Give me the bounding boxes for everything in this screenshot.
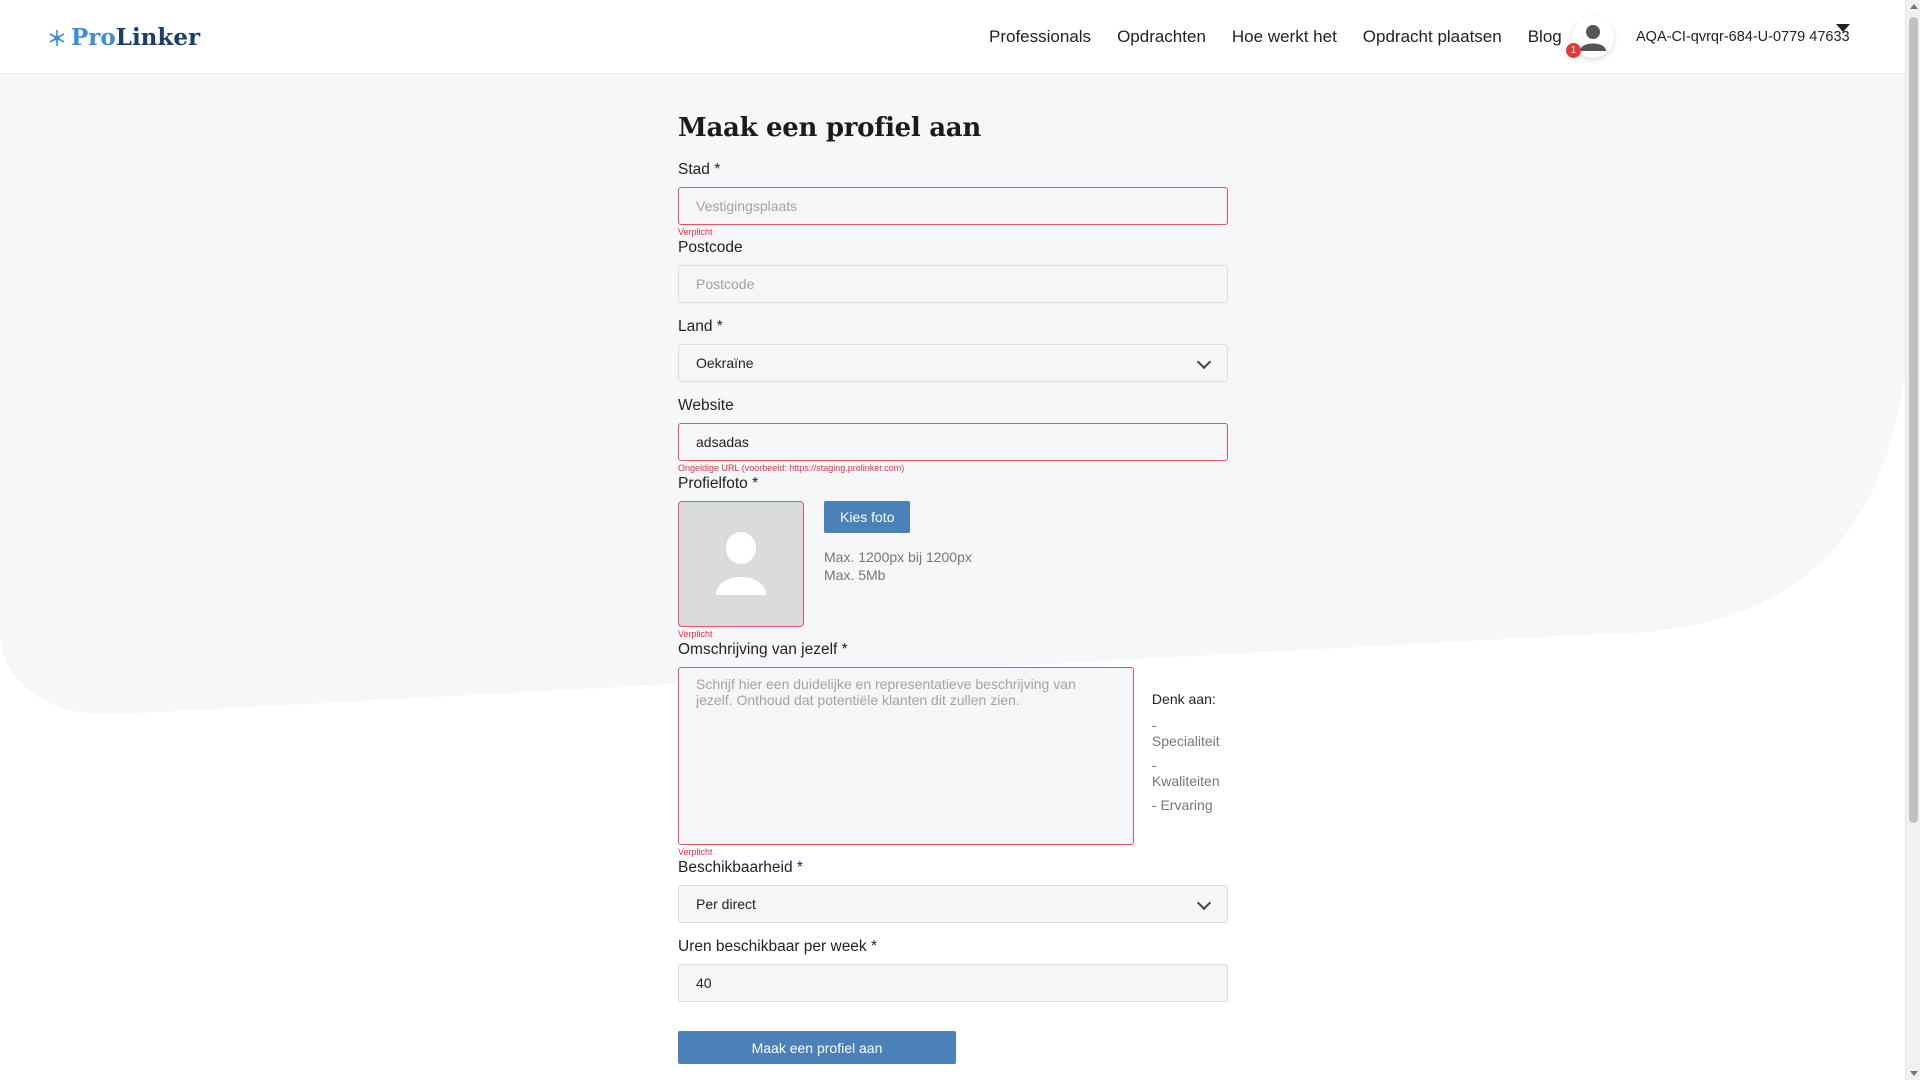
- choose-photo-button[interactable]: Kies foto: [824, 501, 911, 533]
- description-textarea[interactable]: [696, 676, 1116, 836]
- logo-text-linker: Linker: [115, 24, 201, 51]
- user-menu[interactable]: 1 AQA-CI-qvrqr-684-U-0779 47633: [1566, 16, 1850, 58]
- hint-item: - Kwaliteiten: [1151, 757, 1220, 789]
- chevron-down-icon: [1196, 354, 1212, 370]
- description-error: Verplicht: [678, 847, 713, 857]
- profile-photo-placeholder[interactable]: [678, 501, 804, 627]
- country-value: Oekraïne: [696, 355, 754, 371]
- website-input[interactable]: [696, 434, 1210, 450]
- nav-professionals[interactable]: Professionals: [989, 27, 1091, 47]
- postcode-field[interactable]: [678, 265, 1228, 303]
- website-error: Ongeldige URL (voorbeeld: https://stagin…: [678, 463, 905, 473]
- city-field[interactable]: [678, 187, 1228, 225]
- scroll-down-arrow-icon[interactable]: [1910, 1071, 1918, 1076]
- logo-text-pro: Pro: [71, 24, 116, 51]
- description-field[interactable]: [678, 667, 1134, 845]
- availability-select[interactable]: Per direct: [678, 885, 1228, 923]
- hints-title: Denk aan:: [1151, 691, 1216, 707]
- create-profile-form: Maak een profiel aan Stad * Verplicht Po…: [678, 113, 1228, 1064]
- nav-hoe-werkt-het[interactable]: Hoe werkt het: [1232, 27, 1337, 47]
- photo-max-size: Max. 1200px bij 1200px: [824, 549, 972, 565]
- hours-label: Uren beschikbaar per week *: [678, 938, 878, 955]
- notification-badge[interactable]: 1: [1566, 43, 1581, 58]
- city-error: Verplicht: [678, 227, 713, 237]
- city-input[interactable]: [696, 198, 1210, 214]
- photo-label: Profielfoto *: [678, 475, 759, 492]
- hint-item: - Specialiteit: [1151, 717, 1220, 749]
- nav-opdrachten[interactable]: Opdrachten: [1117, 27, 1206, 47]
- logo-icon: [49, 29, 65, 46]
- scroll-up-arrow-icon[interactable]: [1910, 4, 1918, 9]
- prolinker-logo[interactable]: Pro Linker: [47, 24, 200, 51]
- photo-max-filesize: Max. 5Mb: [824, 567, 886, 583]
- hint-item: - Ervaring: [1151, 797, 1213, 813]
- user-silhouette-icon: [716, 532, 766, 595]
- main-nav: Professionals Opdrachten Hoe werkt het O…: [989, 27, 1588, 47]
- website-field[interactable]: [678, 423, 1228, 461]
- postcode-input[interactable]: [696, 276, 1210, 292]
- photo-requirements: Max. 1200px bij 1200px Max. 5Mb: [824, 548, 972, 584]
- create-profile-button[interactable]: Maak een profiel aan: [678, 1031, 956, 1064]
- photo-section: Kies foto Max. 1200px bij 1200px Max. 5M…: [678, 501, 1228, 627]
- hours-field[interactable]: [678, 964, 1228, 1002]
- hours-input[interactable]: [696, 975, 1210, 991]
- description-label: Omschrijving van jezelf *: [678, 641, 848, 658]
- photo-error: Verplicht: [678, 629, 713, 639]
- chevron-down-icon: [1196, 895, 1212, 911]
- top-navigation-bar: Pro Linker Professionals Opdrachten Hoe w…: [0, 0, 1905, 74]
- user-icon: [1580, 25, 1606, 51]
- caret-down-icon[interactable]: [1836, 24, 1850, 32]
- scrollbar[interactable]: [1905, 0, 1920, 1080]
- city-label: Stad *: [678, 161, 721, 178]
- nav-blog[interactable]: Blog: [1528, 27, 1562, 47]
- country-label: Land *: [678, 318, 723, 335]
- availability-value: Per direct: [696, 896, 756, 912]
- avatar[interactable]: 1: [1566, 16, 1614, 58]
- description-section: Denk aan: - Specialiteit - Kwaliteiten -…: [678, 667, 1228, 845]
- description-hints: Denk aan: - Specialiteit - Kwaliteiten -…: [1152, 667, 1228, 845]
- user-name[interactable]: AQA-CI-qvrqr-684-U-0779 47633: [1636, 29, 1850, 45]
- postcode-label: Postcode: [678, 239, 743, 256]
- page-title: Maak een profiel aan: [678, 113, 981, 143]
- nav-opdracht-plaatsen[interactable]: Opdracht plaatsen: [1363, 27, 1502, 47]
- scrollbar-thumb[interactable]: [1909, 17, 1918, 823]
- country-select[interactable]: Oekraïne: [678, 344, 1228, 382]
- availability-label: Beschikbaarheid *: [678, 859, 803, 876]
- website-label: Website: [678, 397, 734, 414]
